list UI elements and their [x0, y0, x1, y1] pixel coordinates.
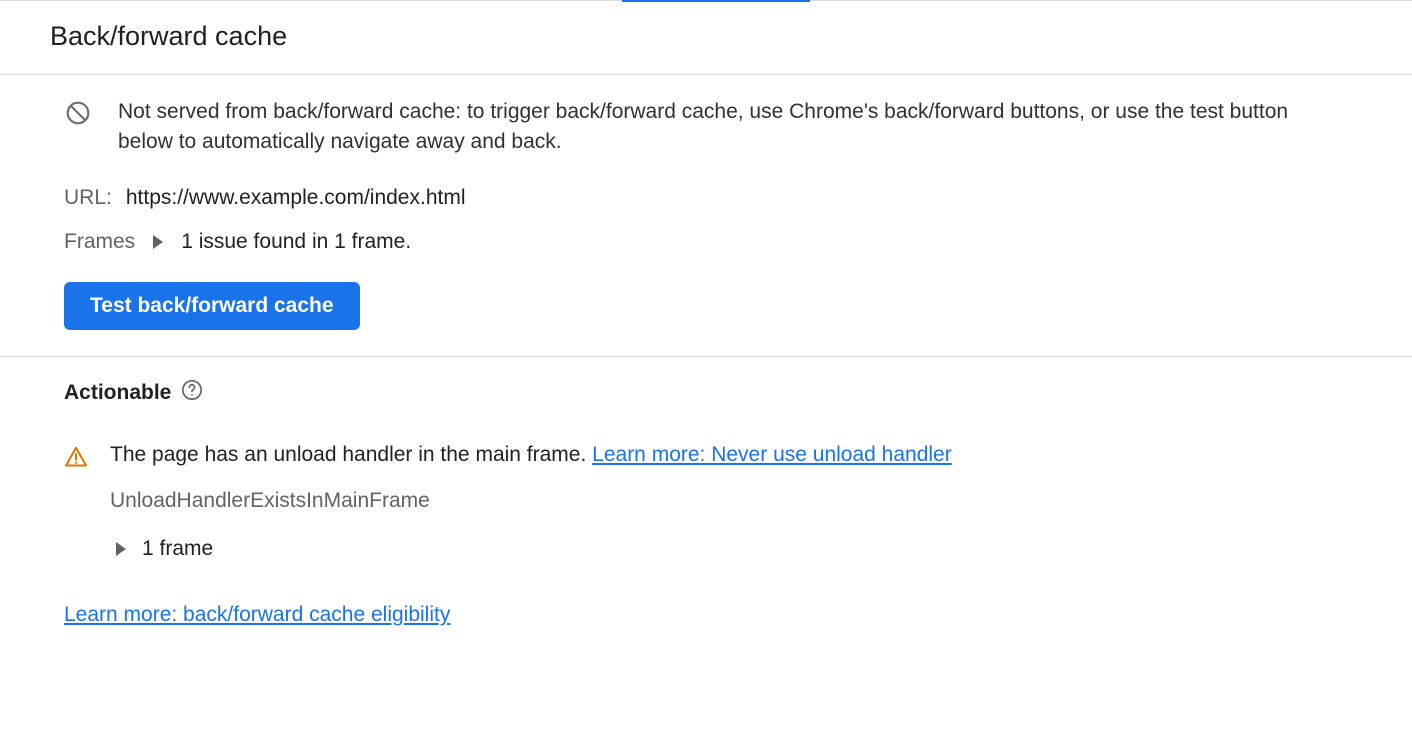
url-label: URL:	[64, 186, 112, 210]
actionable-issue: The page has an unload handler in the ma…	[64, 443, 1348, 561]
issue-learn-more-link[interactable]: Learn more: Never use unload handler	[592, 443, 952, 466]
expand-right-icon[interactable]	[153, 235, 163, 249]
url-row: URL: https://www.example.com/index.html	[64, 186, 1348, 210]
active-tab-indicator	[622, 0, 810, 2]
issue-message: The page has an unload handler in the ma…	[110, 443, 592, 466]
url-value: https://www.example.com/index.html	[126, 186, 466, 210]
warning-icon	[64, 445, 88, 469]
issue-frame-row[interactable]: 1 frame	[110, 537, 952, 561]
actionable-section: Actionable The page has an unload handle…	[0, 357, 1412, 657]
issue-frame-summary: 1 frame	[142, 537, 213, 561]
panel-title: Back/forward cache	[50, 21, 1362, 52]
bfcache-eligibility-link[interactable]: Learn more: back/forward cache eligibili…	[64, 603, 450, 626]
actionable-heading: Actionable	[64, 381, 171, 405]
frames-row[interactable]: Frames 1 issue found in 1 frame.	[64, 230, 1348, 254]
issue-reason-code: UnloadHandlerExistsInMainFrame	[110, 489, 952, 513]
bfcache-status-section: Not served from back/forward cache: to t…	[0, 75, 1412, 357]
frames-label: Frames	[64, 230, 135, 254]
help-icon[interactable]	[181, 379, 203, 407]
panel-header: Back/forward cache	[0, 1, 1412, 75]
blocked-icon	[64, 99, 92, 127]
bfcache-status-message: Not served from back/forward cache: to t…	[118, 97, 1348, 158]
frames-summary: 1 issue found in 1 frame.	[181, 230, 411, 254]
expand-right-icon[interactable]	[116, 542, 126, 556]
test-bfcache-button[interactable]: Test back/forward cache	[64, 282, 360, 330]
